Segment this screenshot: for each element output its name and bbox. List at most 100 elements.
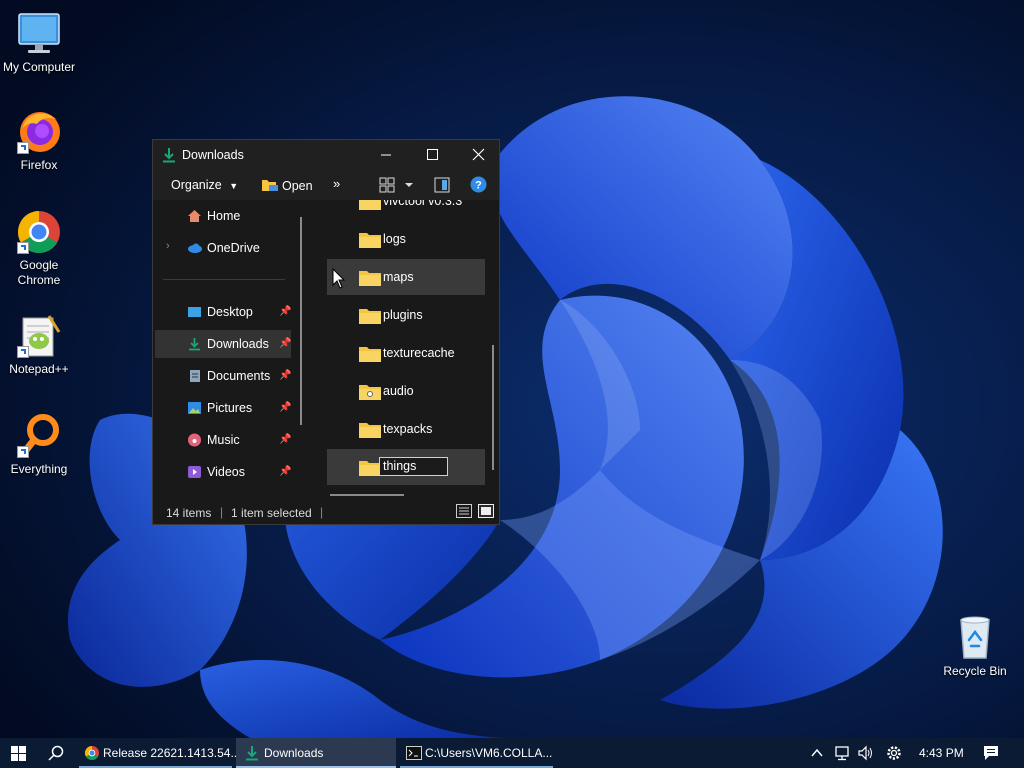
large-icons-view-icon[interactable] <box>478 504 494 518</box>
nav-item-downloads[interactable]: Downloads 📌 <box>155 330 291 358</box>
download-icon <box>189 338 200 351</box>
window-title: Downloads <box>182 148 244 162</box>
chevron-right-icon[interactable]: › <box>166 240 170 252</box>
home-icon <box>188 210 201 222</box>
nav-item-label: OneDrive <box>207 241 260 255</box>
list-item[interactable]: audio <box>327 373 485 409</box>
nav-item-label: Music <box>207 433 240 447</box>
open-button[interactable]: Open <box>261 178 313 193</box>
nav-item-videos[interactable]: Videos 📌 <box>155 458 291 486</box>
folder-icon <box>359 347 381 362</box>
chrome-icon <box>84 746 99 761</box>
file-list[interactable]: vivctool v0.3.3 logs maps plugins textur… <box>312 200 499 498</box>
pin-icon: 📌 <box>279 466 292 477</box>
notification-icon[interactable] <box>982 744 1000 762</box>
volume-icon[interactable] <box>857 744 875 762</box>
desktop-icon-everything[interactable]: Everything <box>0 412 78 477</box>
clock[interactable]: 4:43 PM <box>919 746 964 760</box>
explorer-window[interactable]: Downloads Organize ▼ Open » ? Home › One… <box>152 139 500 525</box>
nav-item-label: Desktop <box>207 305 253 319</box>
desktop-icon <box>188 307 201 317</box>
folder-icon <box>359 271 381 286</box>
nav-scrollbar[interactable] <box>300 217 302 425</box>
list-item[interactable]: maps <box>327 259 485 295</box>
nav-item-onedrive[interactable]: › OneDrive <box>155 234 291 262</box>
status-separator: | <box>320 505 324 519</box>
nav-item-documents[interactable]: Documents 📌 <box>155 362 291 390</box>
horizontal-scrollbar[interactable] <box>330 494 404 496</box>
nav-item-label: Downloads <box>207 337 269 351</box>
desktop-icon-firefox[interactable]: Firefox <box>0 108 78 173</box>
search-button[interactable] <box>38 738 72 768</box>
maximize-button[interactable] <box>409 140 455 170</box>
folder-icon <box>359 385 381 400</box>
music-icon <box>188 433 201 447</box>
search-icon <box>48 745 64 761</box>
item-count: 14 items <box>166 506 212 520</box>
start-button[interactable] <box>0 738 36 768</box>
folder-icon <box>359 461 381 476</box>
folder-open-icon <box>262 180 278 191</box>
help-button[interactable]: ? <box>470 176 487 196</box>
more-commands-button[interactable]: » <box>333 176 340 191</box>
taskbar-item-label: C:\Users\VM6.COLLA... <box>425 746 553 760</box>
nav-item-home[interactable]: Home <box>155 202 291 230</box>
organize-button[interactable]: Organize ▼ <box>171 178 238 192</box>
desktop-icon-label: Notepad++ <box>9 362 69 376</box>
list-item[interactable]: texturecache <box>327 335 485 371</box>
minimize-button[interactable] <box>363 140 409 170</box>
list-item-selected[interactable]: things <box>327 449 485 485</box>
nav-item-label: Videos <box>207 465 245 479</box>
file-name: audio <box>383 384 414 398</box>
desktop-icon-label: My Computer <box>2 60 76 74</box>
close-button[interactable] <box>455 140 501 170</box>
title-bar[interactable]: Downloads <box>153 140 499 170</box>
details-view-icon[interactable] <box>456 504 472 518</box>
desktop-icon-chrome[interactable]: Google Chrome <box>0 208 78 288</box>
nav-item-label: Home <box>207 209 241 223</box>
desktop-icon-label: Everything <box>10 462 68 476</box>
file-name: texturecache <box>383 346 455 360</box>
pin-icon: 📌 <box>279 338 292 349</box>
notepadpp-icon <box>15 312 63 360</box>
cloud-icon <box>188 243 202 253</box>
nav-item-music[interactable]: Music 📌 <box>155 426 291 454</box>
monitor-icon <box>15 10 63 58</box>
taskbar-item-terminal[interactable]: C:\Users\VM6.COLLA... <box>400 738 553 768</box>
download-icon <box>163 148 175 163</box>
file-name: texpacks <box>383 422 433 436</box>
gear-icon[interactable] <box>885 744 903 762</box>
list-item[interactable]: logs <box>327 221 485 257</box>
nav-item-pictures[interactable]: Pictures 📌 <box>155 394 291 422</box>
nav-item-desktop[interactable]: Desktop 📌 <box>155 298 291 326</box>
taskbar: Release 22621.1413.54... Downloads C:\Us… <box>0 738 1024 768</box>
content-scrollbar[interactable] <box>492 345 494 470</box>
chevron-up-icon[interactable] <box>810 744 824 762</box>
preview-pane-icon <box>434 177 450 193</box>
network-icon[interactable] <box>834 744 852 762</box>
chrome-icon <box>15 208 63 256</box>
desktop-icon-recycle-bin[interactable]: Recycle Bin <box>936 614 1014 679</box>
list-item[interactable]: plugins <box>327 297 485 333</box>
svg-text:?: ? <box>475 180 482 192</box>
taskbar-item-downloads[interactable]: Downloads <box>236 738 396 768</box>
folder-icon <box>359 233 381 248</box>
preview-pane-button[interactable] <box>434 177 450 196</box>
mouse-cursor-icon <box>332 268 346 289</box>
view-layout-button[interactable] <box>379 177 419 196</box>
grid-view-icon <box>379 177 413 193</box>
taskbar-item-chrome[interactable]: Release 22621.1413.54... <box>79 738 240 768</box>
desktop-icon-notepadpp[interactable]: Notepad++ <box>0 312 78 377</box>
file-name: maps <box>383 270 414 284</box>
pin-icon: 📌 <box>279 306 292 317</box>
list-item[interactable]: vivctool v0.3.3 <box>327 200 485 219</box>
rename-input[interactable]: things <box>379 457 448 476</box>
taskbar-item-label: Downloads <box>264 746 324 760</box>
desktop-icon-my-computer[interactable]: My Computer <box>0 10 78 75</box>
navigation-pane[interactable]: Home › OneDrive Desktop 📌 Downloads 📌 Do… <box>153 200 309 498</box>
list-item[interactable]: texpacks <box>327 411 485 447</box>
file-name: logs <box>383 232 406 246</box>
search-magnifier-icon <box>15 412 63 460</box>
video-icon <box>188 466 201 478</box>
desktop-icon-label: Recycle Bin <box>943 664 1007 678</box>
